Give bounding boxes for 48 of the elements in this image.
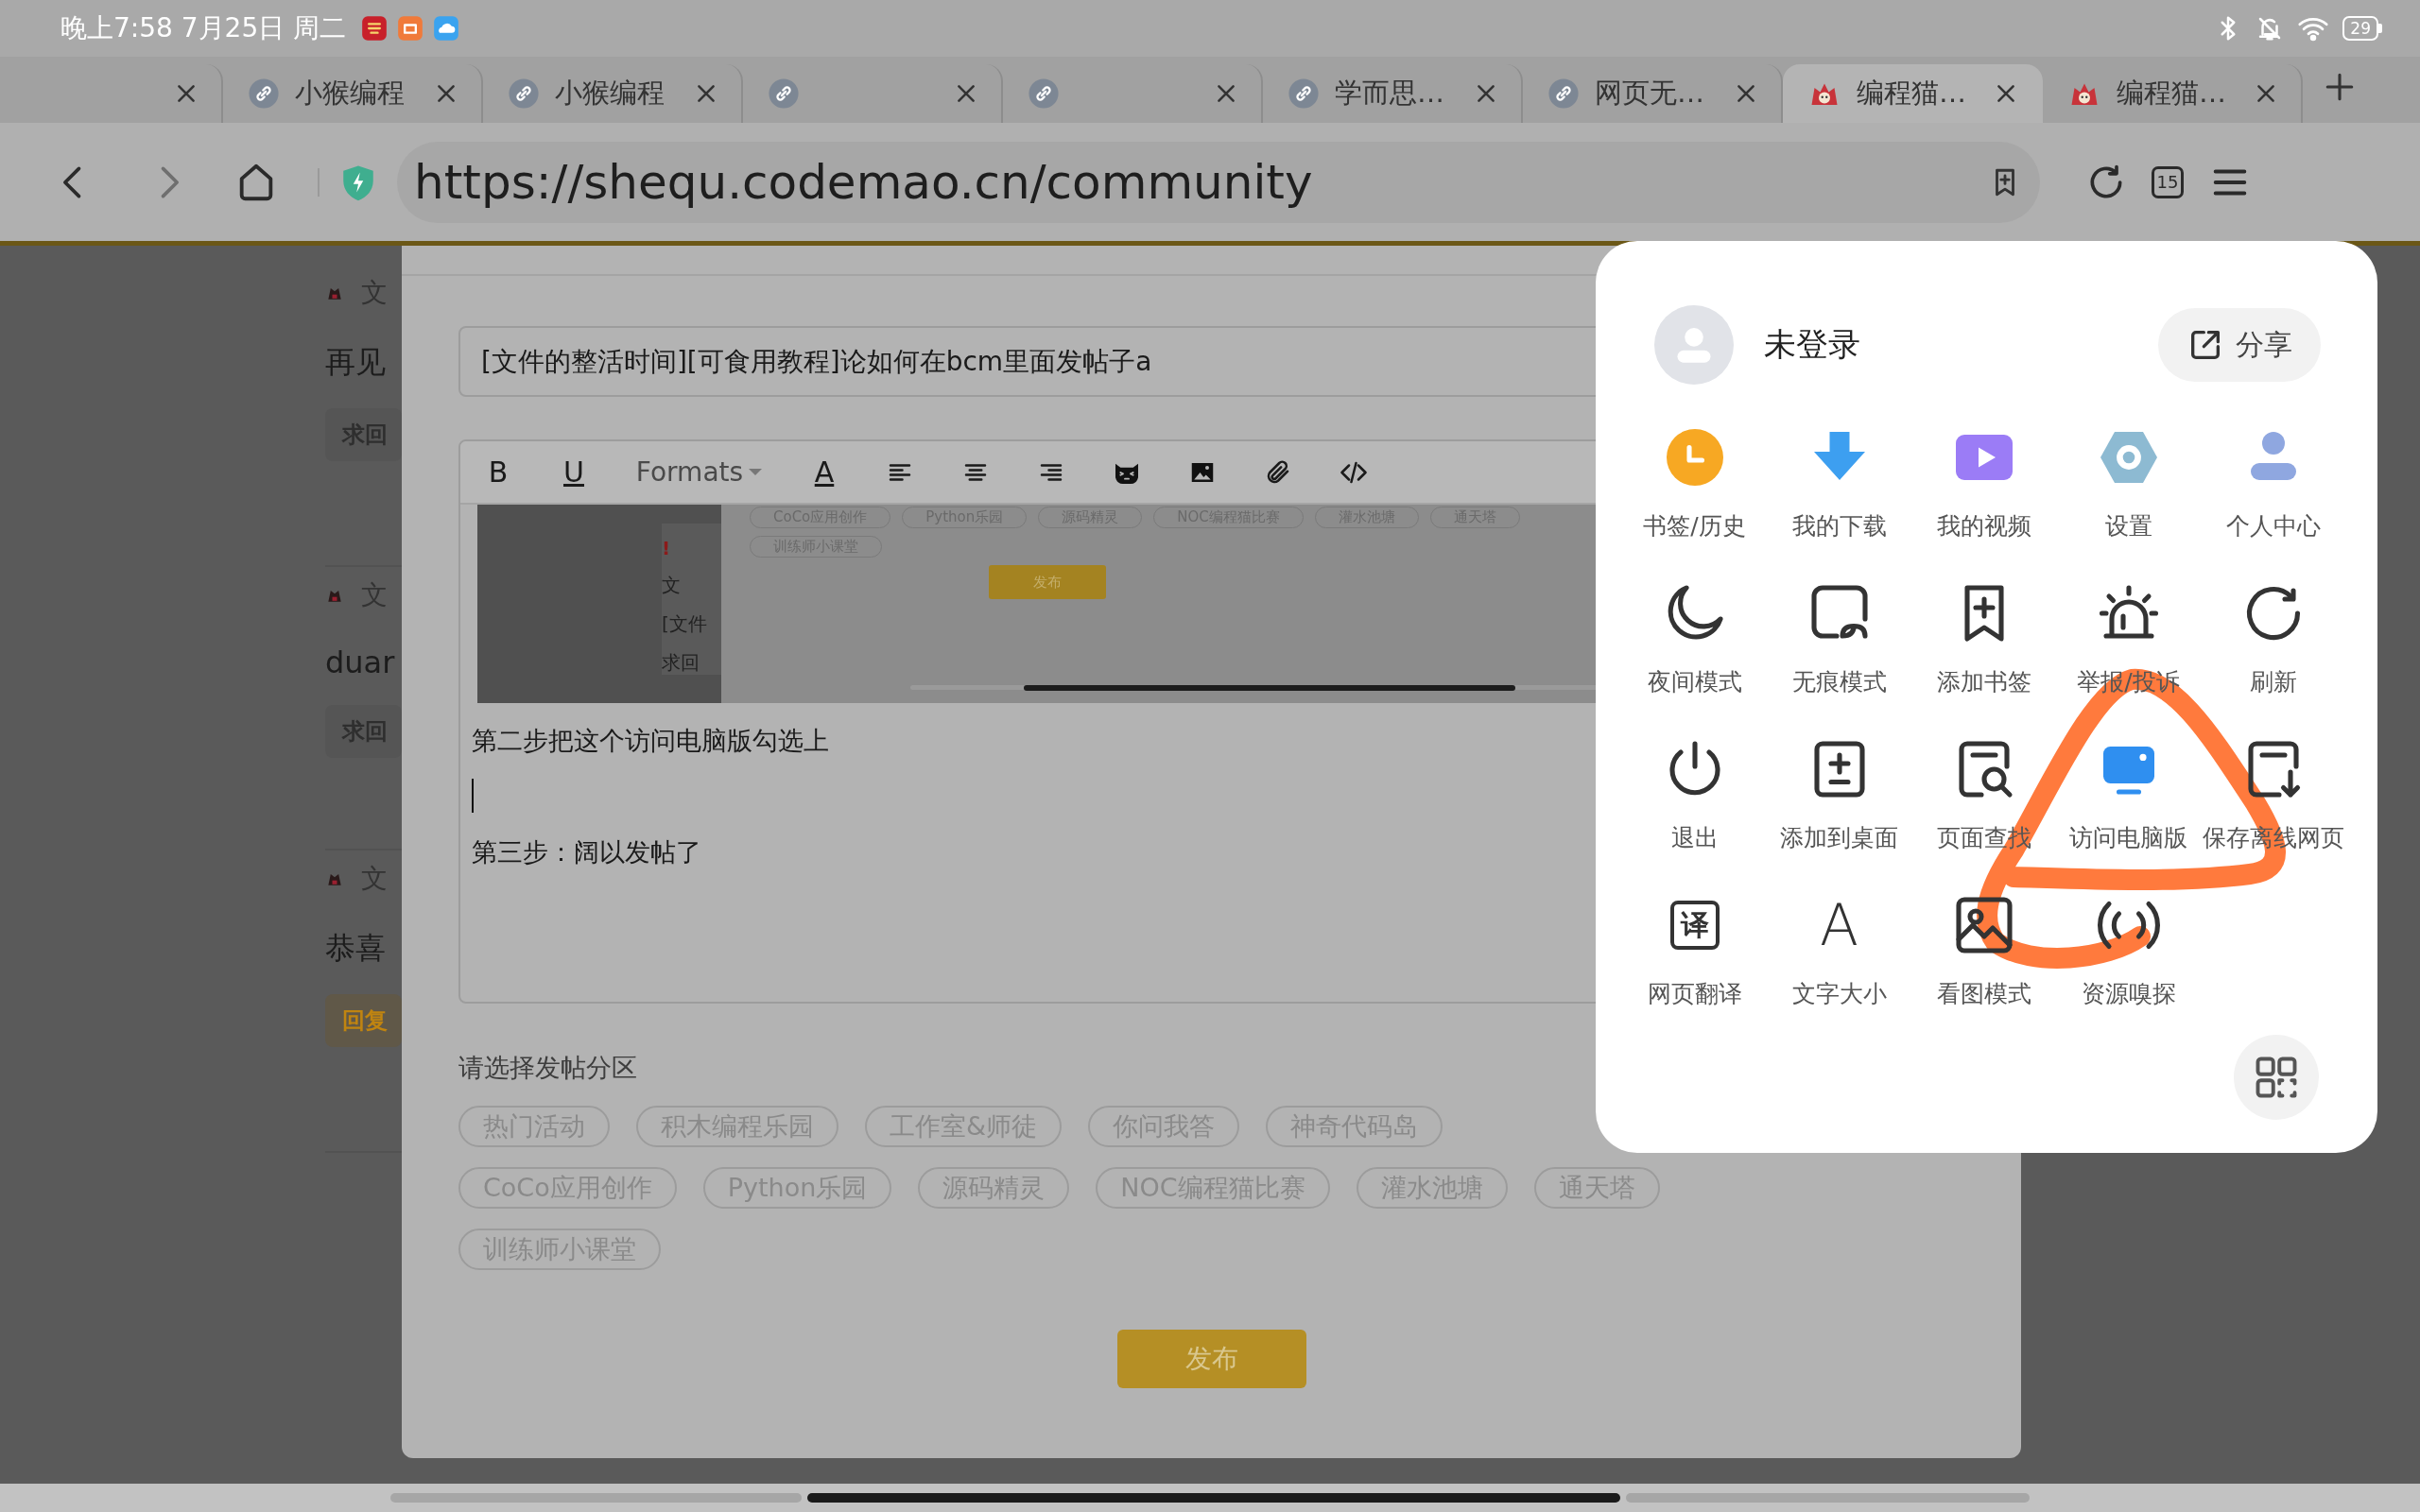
- post-title: [文件: [662, 611, 708, 637]
- text-size-icon: A: [1819, 891, 1858, 959]
- menu-item[interactable]: A 文字大小: [1767, 882, 1911, 1038]
- app-icon: [397, 15, 424, 42]
- link-icon: [768, 77, 800, 110]
- menu-item[interactable]: 访问电脑版: [2056, 726, 2201, 882]
- tab-count-button[interactable]: 15: [2152, 165, 2184, 198]
- menu-item[interactable]: 夜间模式: [1622, 570, 1767, 726]
- post-author: 文: [662, 573, 682, 598]
- post-mark: !: [662, 537, 672, 559]
- post-tag: 回复: [325, 994, 402, 1047]
- paragraph: 第三步：阔以发帖了: [472, 836, 701, 868]
- url-field[interactable]: https://shequ.codemao.cn/community: [397, 141, 2040, 223]
- bold-button[interactable]: B: [460, 448, 536, 496]
- link-icon: [1028, 77, 1060, 110]
- translate-icon: 译: [1669, 901, 1720, 950]
- menu-item[interactable]: 资源嗅探: [2056, 882, 2201, 1038]
- text-cursor: [472, 779, 474, 813]
- formats-dropdown[interactable]: Formats: [612, 448, 786, 496]
- menu-item[interactable]: 译 网页翻译: [1622, 882, 1767, 1038]
- link-icon: [1288, 77, 1320, 110]
- menu-item[interactable]: 退出: [1622, 726, 1767, 882]
- link-icon: [508, 77, 540, 110]
- post-tag: 求回: [662, 650, 721, 676]
- status-time: 晚上7:58 7月25日 周二: [60, 11, 347, 45]
- menu-item[interactable]: 看图模式: [1911, 882, 2056, 1038]
- paragraph: 第二步把这个访问电脑版勾选上: [472, 725, 829, 757]
- section-label: 请选择发帖分区: [458, 1052, 638, 1084]
- browser-tab[interactable]: 编程猫…: [1783, 64, 2043, 123]
- cloud-icon: [433, 15, 460, 42]
- menu-item[interactable]: 添加到桌面: [1767, 726, 1911, 882]
- menu-item[interactable]: 设置: [2056, 414, 2201, 570]
- menu-item[interactable]: 无痕模式: [1767, 570, 1911, 726]
- menu-item[interactable]: 添加书签: [1911, 570, 2056, 726]
- app-icon: [361, 15, 389, 42]
- link-icon: [1547, 77, 1580, 110]
- share-button[interactable]: 分享: [2158, 308, 2321, 382]
- menu-item[interactable]: 个人中心: [2201, 414, 2345, 570]
- font-color-button[interactable]: A: [786, 448, 862, 496]
- menu-item[interactable]: 书签/历史: [1622, 414, 1767, 570]
- menu-item[interactable]: 我的下载: [1767, 414, 1911, 570]
- link-icon: [248, 77, 280, 110]
- battery-indicator: 29: [2342, 16, 2378, 41]
- new-tab-icon: [2324, 71, 2356, 103]
- menu-item[interactable]: 我的视频: [1911, 414, 2056, 570]
- underline-button[interactable]: U: [536, 448, 612, 496]
- menu-item[interactable]: 页面查找: [1911, 726, 2056, 882]
- menu-item[interactable]: 刷新: [2201, 570, 2345, 726]
